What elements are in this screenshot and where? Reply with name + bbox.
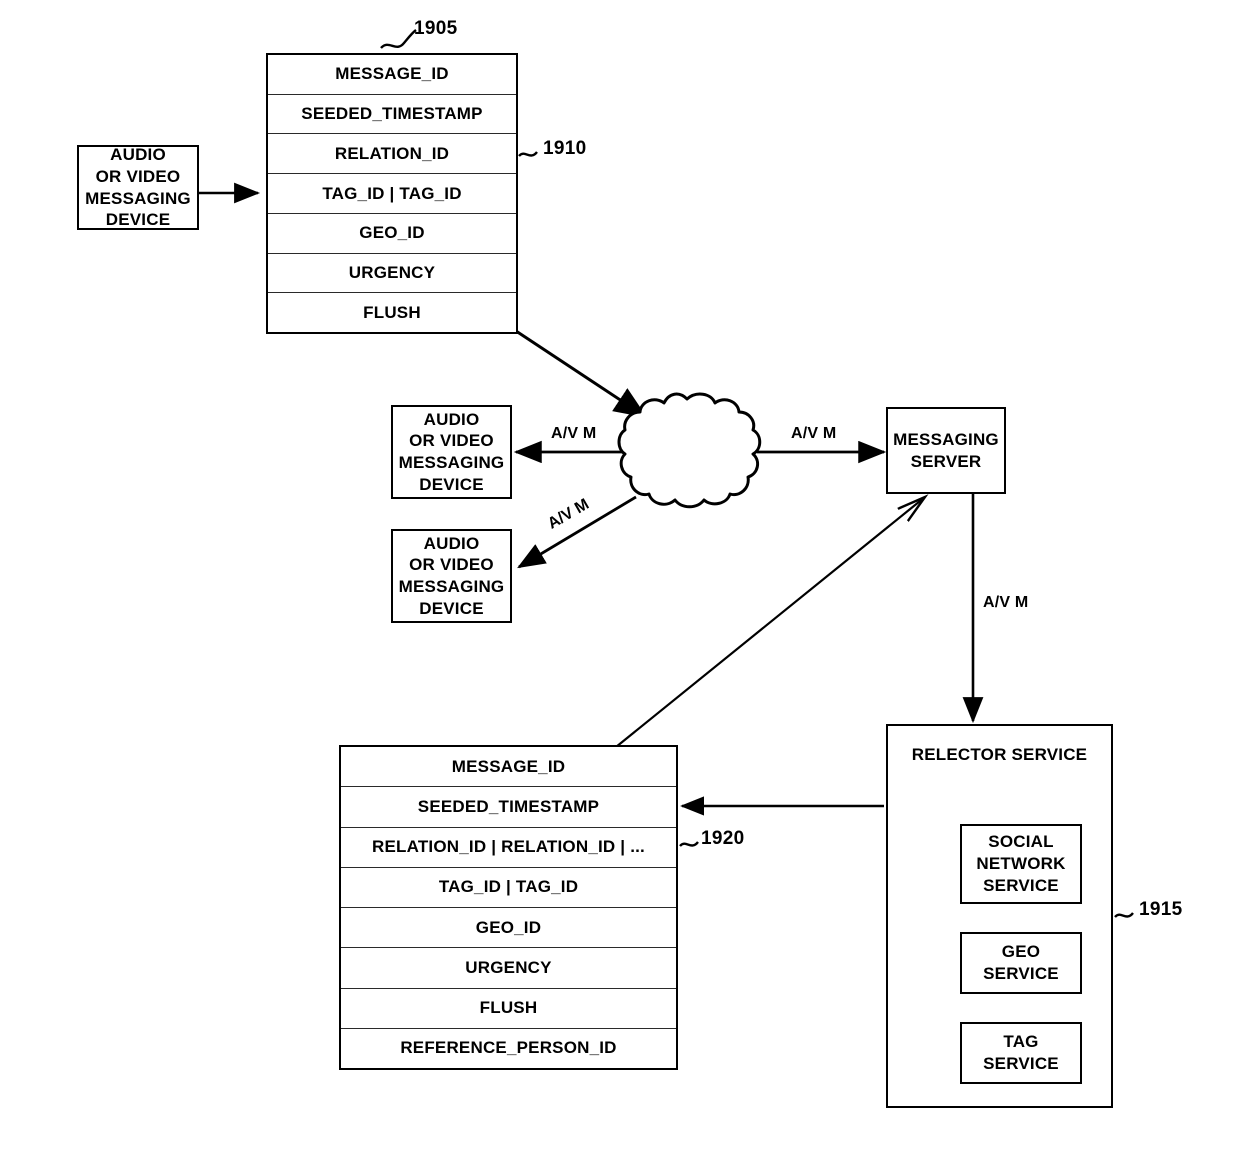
table-row: SEEDED_TIMESTAMP <box>268 95 516 135</box>
figure-canvas: 1905 1910 1915 1920 AUDIO OR VIDEO MESSA… <box>0 0 1240 1153</box>
social-network-service-line-1: SOCIAL <box>988 832 1054 852</box>
outgoing-message-record-table: MESSAGE_ID SEEDED_TIMESTAMP RELATION_ID … <box>266 53 518 334</box>
leader-1915 <box>1114 912 1134 918</box>
ref-numeral-1920: 1920 <box>701 828 745 849</box>
edge-label-cloud-to-server: A/V M <box>791 425 837 442</box>
arrow-record-to-server <box>594 497 925 765</box>
edge-label-cloud-to-receiver1: A/V M <box>551 425 597 442</box>
relector-service-line-2: SERVICE <box>1011 745 1088 764</box>
table-row: GEO_ID <box>341 908 676 949</box>
ref-numeral-1915: 1915 <box>1139 899 1183 920</box>
ref-numeral-1910: 1910 <box>543 138 587 159</box>
table-row: MESSAGE_ID <box>268 55 516 95</box>
sender-device-line-2: OR VIDEO <box>95 166 181 186</box>
geo-service-line-2: SERVICE <box>983 964 1059 983</box>
relector-service-title: RELECTOR SERVICE <box>888 744 1111 767</box>
tag-service[interactable]: TAG SERVICE <box>960 1022 1082 1084</box>
sender-device-line-3: MESSAGING <box>85 188 191 208</box>
sender-device-line-4: DEVICE <box>105 210 171 230</box>
ref-numeral-1905: 1905 <box>414 18 458 39</box>
receiver2-line-1: AUDIO <box>423 533 480 553</box>
table-row: TAG_ID | TAG_ID <box>341 868 676 908</box>
messaging-server-line-2: SERVER <box>910 451 982 471</box>
receiver-audio-video-messaging-device-1[interactable]: AUDIO OR VIDEO MESSAGING DEVICE <box>391 405 512 499</box>
relector-service-line-1: RELECTOR <box>911 745 1007 764</box>
leader-1920 <box>679 841 699 847</box>
stored-message-record-table: MESSAGE_ID SEEDED_TIMESTAMP RELATION_ID … <box>339 745 678 1070</box>
messaging-server[interactable]: MESSAGING SERVER <box>886 407 1006 494</box>
table-row: REFERENCE_PERSON_ID <box>400 1038 617 1058</box>
table-row: GEO_ID <box>268 214 516 254</box>
sender-device-line-1: AUDIO <box>110 145 166 164</box>
tag-service-line-1: TAG <box>1003 1032 1039 1052</box>
receiver1-line-3: MESSAGING <box>398 453 505 472</box>
receiver2-line-4: DEVICE <box>419 598 484 618</box>
receiver-audio-video-messaging-device-2[interactable]: AUDIO OR VIDEO MESSAGING DEVICE <box>391 529 512 623</box>
cloud-icon <box>617 392 762 509</box>
receiver1-line-2: OR VIDEO <box>409 431 494 451</box>
sender-audio-video-messaging-device[interactable]: AUDIO OR VIDEO MESSAGING DEVICE <box>77 145 199 230</box>
table-row: FLUSH <box>341 989 676 1029</box>
tag-service-line-2: SERVICE <box>983 1054 1059 1073</box>
social-network-service-line-2: NETWORK <box>976 854 1066 874</box>
receiver1-line-4: DEVICE <box>419 474 484 494</box>
relector-service-container[interactable]: RELECTOR SERVICE SOCIAL NETWORK SERVICE … <box>886 724 1113 1108</box>
geo-service[interactable]: GEO SERVICE <box>960 932 1082 994</box>
table-row: MESSAGE_ID <box>341 747 676 788</box>
table-row: RELATION_ID | RELATION_ID | ... <box>341 828 676 868</box>
social-network-service[interactable]: SOCIAL NETWORK SERVICE <box>960 824 1082 904</box>
edge-label-server-to-relector: A/V M <box>983 594 1029 611</box>
leader-1905 <box>380 29 417 49</box>
table-row: URGENCY <box>268 254 516 294</box>
table-row: TAG_ID | TAG_ID <box>268 174 516 214</box>
receiver1-line-1: AUDIO <box>423 409 480 429</box>
table-row: URGENCY <box>341 948 676 989</box>
messaging-server-line-1: MESSAGING <box>893 429 999 449</box>
table-row: RELATION_ID <box>268 134 516 175</box>
table-row: SEEDED_TIMESTAMP <box>341 787 676 828</box>
edge-label-cloud-to-receiver2: A/V M <box>545 495 592 533</box>
table-row: FLUSH <box>363 302 421 322</box>
geo-service-line-1: GEO <box>1001 942 1041 962</box>
receiver2-line-2: OR VIDEO <box>409 555 494 575</box>
social-network-service-line-3: SERVICE <box>983 875 1059 895</box>
leader-1910 <box>518 151 538 157</box>
receiver2-line-3: MESSAGING <box>398 577 505 596</box>
